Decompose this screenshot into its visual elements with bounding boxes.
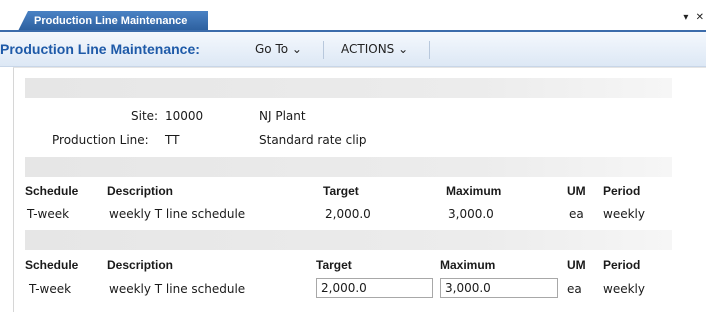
col-header-schedule: Schedule (25, 258, 79, 272)
row-description: weekly T line schedule (109, 207, 246, 221)
window-controls[interactable]: ▾ ✕ (683, 12, 706, 23)
col-header-description: Description (107, 258, 174, 272)
section-band (25, 157, 672, 177)
col-header-description: Description (107, 184, 174, 198)
row-schedule: T-week (29, 282, 72, 296)
menu-bar: Production Line Maintenance: Go To ⌄ ACT… (0, 32, 706, 67)
col-header-um: UM (567, 184, 586, 198)
production-line-label: Production Line: (52, 133, 149, 147)
row-period: weekly (603, 207, 645, 221)
col-header-target: Target (323, 184, 359, 198)
section-band (25, 230, 672, 250)
page-title: Production Line Maintenance: (0, 41, 200, 57)
col-header-maximum: Maximum (446, 184, 502, 198)
site-description: NJ Plant (259, 109, 306, 123)
row-schedule: T-week (27, 207, 70, 221)
col-header-target: Target (316, 258, 352, 272)
site-value: 10000 (165, 109, 204, 123)
target-input[interactable]: 2,000.0 (316, 278, 433, 298)
production-line-value: TT (165, 133, 180, 147)
menu-divider (429, 41, 430, 59)
actions-menu-button[interactable]: ACTIONS ⌄ (341, 32, 408, 66)
tab-production-line-maintenance[interactable]: Production Line Maintenance (18, 11, 208, 31)
menu-divider (323, 41, 324, 59)
row-period: weekly (603, 282, 645, 296)
tab-strip: Production Line Maintenance ▾ ✕ (0, 0, 706, 32)
section-band (25, 78, 672, 98)
production-line-description: Standard rate clip (259, 133, 367, 147)
col-header-period: Period (603, 184, 641, 198)
maximum-input[interactable]: 3,000.0 (440, 278, 558, 298)
col-header-schedule: Schedule (25, 184, 79, 198)
col-header-period: Period (603, 258, 641, 272)
col-header-maximum: Maximum (440, 258, 496, 272)
col-header-um: UM (567, 258, 586, 272)
row-um: ea (569, 207, 584, 221)
row-target: 2,000.0 (325, 207, 371, 221)
row-description: weekly T line schedule (109, 282, 246, 296)
row-maximum: 3,000.0 (448, 207, 494, 221)
goto-menu-button[interactable]: Go To ⌄ (255, 32, 302, 66)
row-um: ea (567, 282, 582, 296)
site-label: Site: (131, 109, 159, 123)
